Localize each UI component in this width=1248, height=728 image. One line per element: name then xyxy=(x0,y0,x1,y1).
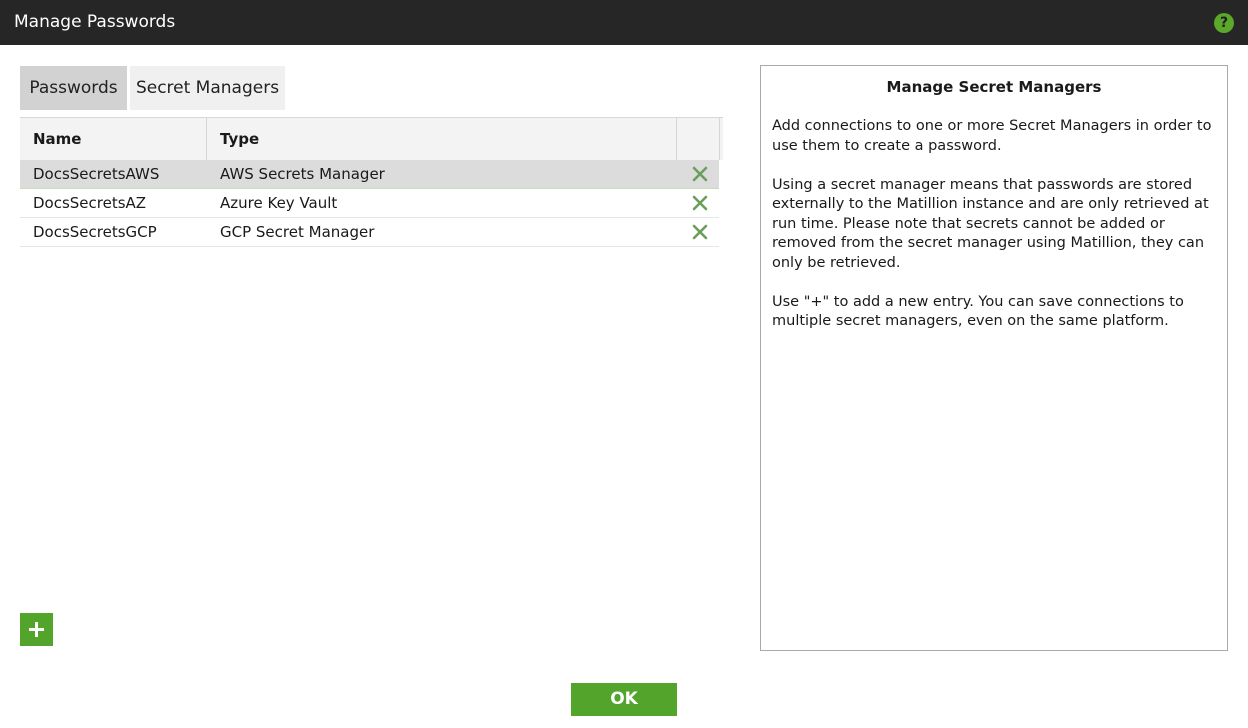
row-type: Azure Key Vault xyxy=(220,194,338,212)
table-row[interactable]: DocsSecretsAWS AWS Secrets Manager xyxy=(20,160,719,189)
column-divider xyxy=(719,118,720,160)
info-paragraph: Add connections to one or more Secret Ma… xyxy=(772,118,1212,154)
info-paragraph: Use "+" to add a new entry. You can save… xyxy=(772,293,1184,330)
delete-icon[interactable] xyxy=(691,165,709,183)
window-title: Manage Passwords xyxy=(14,12,176,32)
ok-button[interactable]: OK xyxy=(571,683,677,716)
row-name: DocsSecretsGCP xyxy=(33,223,157,241)
column-header-type[interactable]: Type xyxy=(220,118,259,160)
info-panel-body: Add connections to one or more Secret Ma… xyxy=(772,117,1218,351)
table-row[interactable]: DocsSecretsGCP GCP Secret Manager xyxy=(20,218,719,247)
column-header-name[interactable]: Name xyxy=(33,118,81,160)
help-icon[interactable]: ? xyxy=(1214,13,1234,33)
tab-secret-managers[interactable]: Secret Managers xyxy=(130,66,285,110)
column-divider xyxy=(676,118,677,160)
column-divider xyxy=(206,118,207,160)
row-type: AWS Secrets Manager xyxy=(220,165,385,183)
info-panel-title: Manage Secret Managers xyxy=(886,78,1102,96)
info-paragraph: Using a secret manager means that passwo… xyxy=(772,176,1209,271)
delete-icon[interactable] xyxy=(691,194,709,212)
tab-passwords[interactable]: Passwords xyxy=(20,66,127,110)
plus-icon xyxy=(29,622,44,637)
info-panel: Manage Secret Managers Add connections t… xyxy=(760,65,1228,651)
row-name: DocsSecretsAZ xyxy=(33,194,147,212)
table-row[interactable]: DocsSecretsAZ Azure Key Vault xyxy=(20,189,719,218)
table-header: Name Type xyxy=(20,117,723,160)
delete-icon[interactable] xyxy=(691,223,709,241)
add-button[interactable] xyxy=(20,613,53,646)
title-bar: Manage Passwords ? xyxy=(0,0,1248,45)
row-name: DocsSecretsAWS xyxy=(33,165,160,183)
row-type: GCP Secret Manager xyxy=(220,223,375,241)
